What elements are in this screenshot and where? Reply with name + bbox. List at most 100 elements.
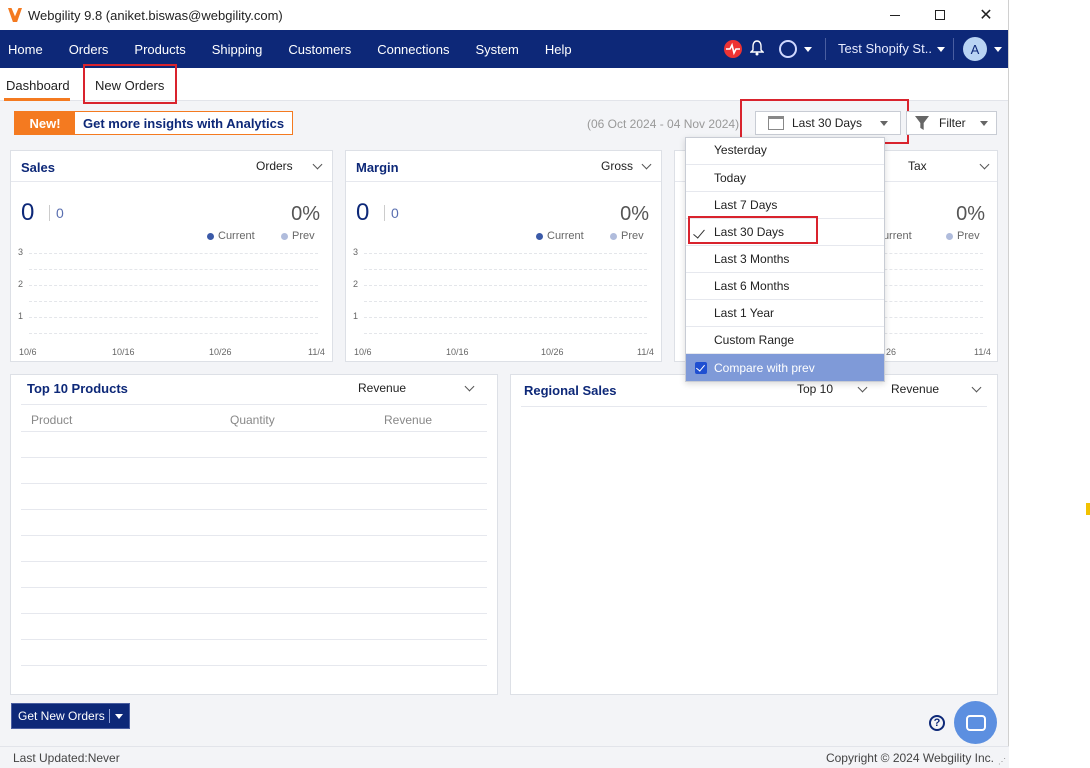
store-selector[interactable]: Test Shopify St.. [838, 41, 932, 56]
new-badge: New! [15, 112, 75, 134]
sales-prev-value: 0 [49, 205, 64, 221]
window-title: Webgility 9.8 (aniket.biswas@webgility.c… [28, 7, 283, 23]
avatar-caret-icon[interactable] [994, 47, 1002, 52]
tab-new-orders[interactable]: New Orders [95, 78, 164, 93]
gridline [29, 253, 318, 254]
get-new-orders-button[interactable]: Get New Orders [11, 703, 130, 729]
analytics-banner-text[interactable]: Get more insights with Analytics [75, 112, 293, 134]
chevron-down-icon[interactable] [641, 159, 652, 170]
legend-prev-label: Prev [957, 230, 980, 242]
regional-sales-card: Regional Sales Top 10 Revenue [510, 374, 998, 695]
title-bar: Webgility 9.8 (aniket.biswas@webgility.c… [0, 0, 1008, 30]
sales-metric-select[interactable]: Orders [256, 159, 293, 173]
current-dot-icon [207, 232, 214, 240]
store-caret-icon[interactable] [937, 47, 945, 52]
period-label: Last 30 Days [792, 116, 863, 130]
sales-card-title: Sales [21, 160, 55, 175]
table-row [21, 561, 487, 562]
chevron-down-icon[interactable] [857, 382, 868, 393]
help-icon[interactable]: ? [929, 715, 945, 731]
nav-divider [953, 38, 954, 60]
y-tick: 2 [18, 279, 24, 289]
period-caret-icon [880, 121, 888, 126]
legend-current: Current [207, 230, 255, 242]
alarm-dropdown-caret-icon[interactable] [804, 47, 812, 52]
close-button[interactable]: ✕ [963, 0, 1009, 30]
regional-top-select[interactable]: Top 10 [797, 382, 833, 396]
sales-change-pct: 0% [291, 203, 320, 225]
nav-customers[interactable]: Customers [275, 42, 364, 57]
checkbox-checked-icon[interactable] [695, 362, 707, 374]
main-nav: Home Orders Products Shipping Customers … [0, 30, 1008, 68]
x-tick: 11/4 [974, 347, 991, 357]
period-option-last-3-months[interactable]: Last 3 Months [686, 246, 884, 273]
analytics-banner[interactable]: New! Get more insights with Analytics [14, 111, 294, 135]
top-products-metric-select[interactable]: Revenue [358, 381, 406, 395]
sales-card: Sales Orders 0 0 0% Current Prev 3 2 1 1… [10, 150, 333, 362]
y-tick: 3 [353, 247, 359, 257]
gridline [364, 301, 647, 302]
period-option-custom-range[interactable]: Custom Range [686, 327, 884, 354]
nav-products[interactable]: Products [121, 42, 198, 57]
period-option-last-1-year[interactable]: Last 1 Year [686, 300, 884, 327]
chat-button[interactable] [954, 701, 997, 744]
margin-change-pct: 0% [620, 203, 649, 225]
gridline [364, 333, 647, 334]
top-products-card: Top 10 Products Revenue Product Quantity… [10, 374, 498, 695]
regional-metric-select[interactable]: Revenue [891, 382, 939, 396]
chevron-down-icon[interactable] [312, 159, 323, 170]
user-avatar[interactable]: A [963, 37, 987, 61]
margin-metric-select[interactable]: Gross [601, 159, 633, 173]
app-window: Webgility 9.8 (aniket.biswas@webgility.c… [0, 0, 1009, 768]
nav-connections[interactable]: Connections [364, 42, 462, 57]
x-tick: 10/16 [446, 347, 469, 357]
get-orders-caret-icon[interactable] [115, 714, 123, 719]
period-option-today[interactable]: Today [686, 165, 884, 192]
gridline [364, 317, 647, 318]
minimize-button[interactable] [872, 0, 918, 30]
chevron-down-icon[interactable] [971, 382, 982, 393]
period-option-last-7-days[interactable]: Last 7 Days [686, 192, 884, 219]
tax-metric-select[interactable]: Tax [908, 159, 927, 173]
nav-system[interactable]: System [462, 42, 531, 57]
bell-icon[interactable] [749, 40, 765, 56]
table-row [21, 509, 487, 510]
x-tick: 26 [886, 347, 897, 357]
compare-with-prev-option[interactable]: Compare with prev [686, 354, 884, 381]
x-tick: 11/4 [637, 347, 654, 357]
maximize-button[interactable] [917, 0, 963, 30]
legend-current-label: Current [547, 230, 584, 242]
nav-home[interactable]: Home [0, 42, 56, 57]
nav-orders[interactable]: Orders [56, 42, 122, 57]
prev-dot-icon [281, 232, 288, 240]
table-row [21, 639, 487, 640]
table-row [21, 665, 487, 666]
calendar-icon [768, 116, 784, 130]
y-tick: 3 [18, 247, 24, 257]
period-select[interactable]: Last 30 Days [755, 111, 901, 135]
table-row [21, 613, 487, 614]
nav-help[interactable]: Help [532, 42, 585, 57]
filter-button[interactable]: Filter [906, 111, 997, 135]
get-new-orders-label: Get New Orders [12, 709, 110, 723]
alarm-clock-icon[interactable] [779, 40, 797, 58]
nav-shipping[interactable]: Shipping [199, 42, 276, 57]
gridline [29, 317, 318, 318]
gridline [29, 301, 318, 302]
maximize-icon [935, 10, 945, 20]
x-tick: 10/6 [19, 347, 37, 357]
y-tick: 1 [353, 311, 359, 321]
tax-change-pct: 0% [956, 203, 985, 225]
period-option-last-30-days[interactable]: Last 30 Days [686, 219, 884, 246]
gridline [364, 285, 647, 286]
table-row [21, 457, 487, 458]
activity-pulse-icon[interactable] [724, 40, 742, 58]
chevron-down-icon[interactable] [464, 381, 475, 392]
tab-dashboard[interactable]: Dashboard [6, 78, 70, 93]
period-option-last-6-months[interactable]: Last 6 Months [686, 273, 884, 300]
gridline [29, 285, 318, 286]
chevron-down-icon[interactable] [979, 159, 990, 170]
legend-prev: Prev [281, 230, 315, 242]
period-option-yesterday[interactable]: Yesterday [686, 138, 884, 165]
resize-grip-icon[interactable]: ⋰ [998, 757, 1006, 766]
